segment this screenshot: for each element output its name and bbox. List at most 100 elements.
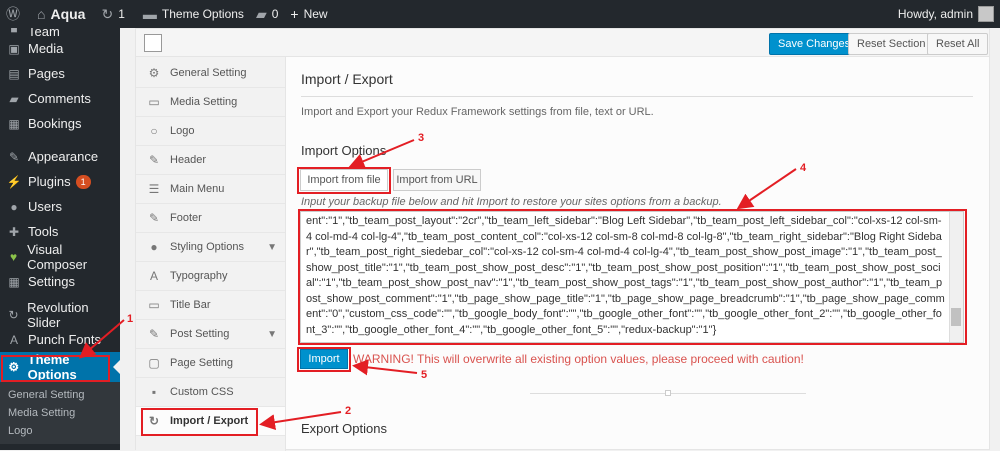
section-item-page-setting[interactable]: ▢ Page Setting bbox=[136, 349, 285, 378]
home-icon: ⌂ bbox=[37, 6, 46, 22]
tab-import-from-file[interactable]: Import from file bbox=[300, 169, 388, 191]
export-options-heading: Export Options bbox=[301, 421, 387, 436]
comments-link[interactable]: ▰ 0 bbox=[250, 0, 284, 28]
page-title: Import / Export bbox=[301, 71, 393, 87]
visual-composer-icon: ♥ bbox=[9, 249, 18, 264]
section-item-header[interactable]: ✎ Header bbox=[136, 146, 285, 175]
comments-count: 0 bbox=[271, 7, 279, 21]
edit-icon: ✎ bbox=[148, 153, 160, 167]
menu-label: Appearance bbox=[28, 149, 99, 164]
refresh-icon: ↻ bbox=[101, 5, 114, 22]
menu-item-punch-fonts[interactable]: A Punch Fonts bbox=[0, 327, 120, 352]
bookings-icon: ▦ bbox=[8, 116, 20, 131]
menu-item-bookings[interactable]: ▦ Bookings bbox=[0, 111, 120, 136]
annotation-number-3: 3 bbox=[418, 132, 425, 144]
menu-item-appearance[interactable]: ✎ Appearance bbox=[0, 144, 120, 169]
logo-icon: ○ bbox=[150, 124, 158, 138]
chevron-down-icon[interactable]: ▼ bbox=[267, 242, 277, 253]
edit-icon: ✎ bbox=[148, 327, 160, 341]
menu-label: Theme Options bbox=[27, 352, 77, 382]
section-item-label: Post Setting bbox=[170, 328, 230, 340]
annotation-number-5: 5 bbox=[421, 369, 428, 381]
active-caret bbox=[113, 360, 120, 374]
section-item-label: Custom CSS bbox=[170, 386, 234, 398]
section-item-general-setting[interactable]: ⚙ General Setting bbox=[136, 59, 285, 88]
menu-item-revolution-slider[interactable]: ↻ Revolution Slider bbox=[0, 299, 120, 330]
site-name-link[interactable]: ⌂ Aqua bbox=[31, 0, 91, 28]
admin-menu: ■ Team ▣ Media ▤ Pages ▰ Comments ▦ Bookings … bbox=[0, 28, 120, 450]
tab-import-from-url[interactable]: Import from URL bbox=[393, 169, 481, 191]
section-item-footer[interactable]: ✎ Footer bbox=[136, 204, 285, 233]
menu-icon: ☰ bbox=[148, 182, 160, 196]
admin-bar: Ⓦ ⌂ Aqua ↻ 1 ▬ Theme Options ▰ 0 + New Howdy,… bbox=[0, 0, 1000, 28]
import-warning: WARNING! This will overwrite all existin… bbox=[353, 352, 804, 366]
reset-section-button[interactable]: Reset Section bbox=[848, 33, 935, 55]
howdy-label: Howdy, admin bbox=[897, 7, 973, 21]
menu-label: Revolution Slider bbox=[27, 299, 89, 330]
menu-item-comments[interactable]: ▰ Comments bbox=[0, 86, 120, 111]
import-options-heading: Import Options bbox=[301, 143, 387, 158]
section-item-title-bar[interactable]: ▭ Title Bar bbox=[136, 291, 285, 320]
submenu-item-general-setting[interactable]: General Setting bbox=[0, 386, 120, 404]
import-textarea[interactable]: ent":"1","tb_team_post_layout":"2cr","tb… bbox=[300, 211, 964, 343]
menu-item-settings[interactable]: ▦ Settings bbox=[0, 269, 120, 294]
page-description: Import and Export your Redux Framework s… bbox=[301, 106, 654, 118]
save-changes-button[interactable]: Save Changes bbox=[769, 33, 860, 55]
menu-item-team[interactable]: ■ Team bbox=[0, 28, 120, 36]
import-button[interactable]: Import bbox=[300, 349, 348, 369]
page-icon: ▢ bbox=[148, 356, 160, 370]
plugins-badge: 1 bbox=[75, 174, 91, 189]
chevron-down-icon[interactable]: ▼ bbox=[267, 329, 277, 340]
divider-handle bbox=[665, 390, 671, 396]
reset-all-button[interactable]: Reset All bbox=[927, 33, 989, 55]
team-icon: ■ bbox=[10, 28, 18, 36]
site-name: Aqua bbox=[50, 6, 86, 22]
menu-item-tools[interactable]: ✚ Tools bbox=[0, 219, 120, 244]
gear-icon: ⚙ bbox=[148, 66, 160, 80]
section-item-media-setting[interactable]: ▭ Media Setting bbox=[136, 88, 285, 117]
section-item-custom-css[interactable]: ▪ Custom CSS bbox=[136, 378, 285, 407]
grid-icon[interactable] bbox=[144, 34, 162, 52]
section-item-typography[interactable]: A Typography bbox=[136, 262, 285, 291]
new-link[interactable]: + New bbox=[284, 0, 333, 28]
comments-icon: ▰ bbox=[9, 91, 19, 106]
section-item-post-setting[interactable]: ✎ Post Setting ▼ bbox=[136, 320, 285, 349]
textarea-scrollbar[interactable] bbox=[949, 212, 963, 342]
plus-icon: + bbox=[290, 6, 299, 22]
wordpress-logo[interactable]: Ⓦ bbox=[0, 0, 31, 28]
menu-item-users[interactable]: ● Users bbox=[0, 194, 120, 219]
section-item-label: Title Bar bbox=[170, 299, 211, 311]
menu-item-media[interactable]: ▣ Media bbox=[0, 36, 120, 61]
account-menu[interactable]: Howdy, admin bbox=[898, 0, 994, 28]
section-item-styling-options[interactable]: ● Styling Options ▼ bbox=[136, 233, 285, 262]
comment-icon: ▰ bbox=[255, 5, 267, 22]
updates-link[interactable]: ↻ 1 bbox=[95, 0, 130, 28]
menu-label: Media bbox=[28, 41, 64, 56]
annotation-number-1: 1 bbox=[127, 313, 134, 325]
scrollbar-thumb[interactable] bbox=[951, 308, 961, 326]
annotation-number-4: 4 bbox=[800, 162, 807, 174]
menu-item-theme-options[interactable]: ⚙ Theme Options bbox=[0, 352, 120, 382]
menu-label: Punch Fonts bbox=[28, 332, 101, 347]
submenu-item-media-setting[interactable]: Media Setting bbox=[0, 404, 120, 422]
settings-icon: ▦ bbox=[8, 274, 20, 289]
import-hint: Input your backup file below and hit Imp… bbox=[301, 196, 722, 208]
users-icon: ● bbox=[10, 199, 18, 214]
menu-item-pages[interactable]: ▤ Pages bbox=[0, 61, 120, 86]
section-item-main-menu[interactable]: ☰ Main Menu bbox=[136, 175, 285, 204]
section-item-logo[interactable]: ○ Logo bbox=[136, 117, 285, 146]
refresh-icon: ↻ bbox=[148, 414, 160, 428]
folder-icon: ▬ bbox=[142, 6, 157, 22]
section-item-import-export[interactable]: ↻ Import / Export bbox=[136, 407, 285, 436]
section-item-label: Footer bbox=[170, 212, 202, 224]
menu-label: Team bbox=[28, 28, 60, 36]
section-item-label: Typography bbox=[170, 270, 228, 282]
monitor-icon: ▭ bbox=[148, 95, 160, 109]
section-item-label: Media Setting bbox=[170, 96, 238, 108]
submenu-item-logo[interactable]: Logo bbox=[0, 422, 120, 440]
new-label: New bbox=[303, 7, 328, 21]
menu-item-plugins[interactable]: ⚡ Plugins 1 bbox=[0, 169, 120, 194]
theme-options-link[interactable]: ▬ Theme Options bbox=[137, 0, 250, 28]
section-item-label: Import / Export bbox=[170, 415, 249, 427]
menu-item-visual-composer[interactable]: ♥ Visual Composer bbox=[0, 242, 120, 272]
